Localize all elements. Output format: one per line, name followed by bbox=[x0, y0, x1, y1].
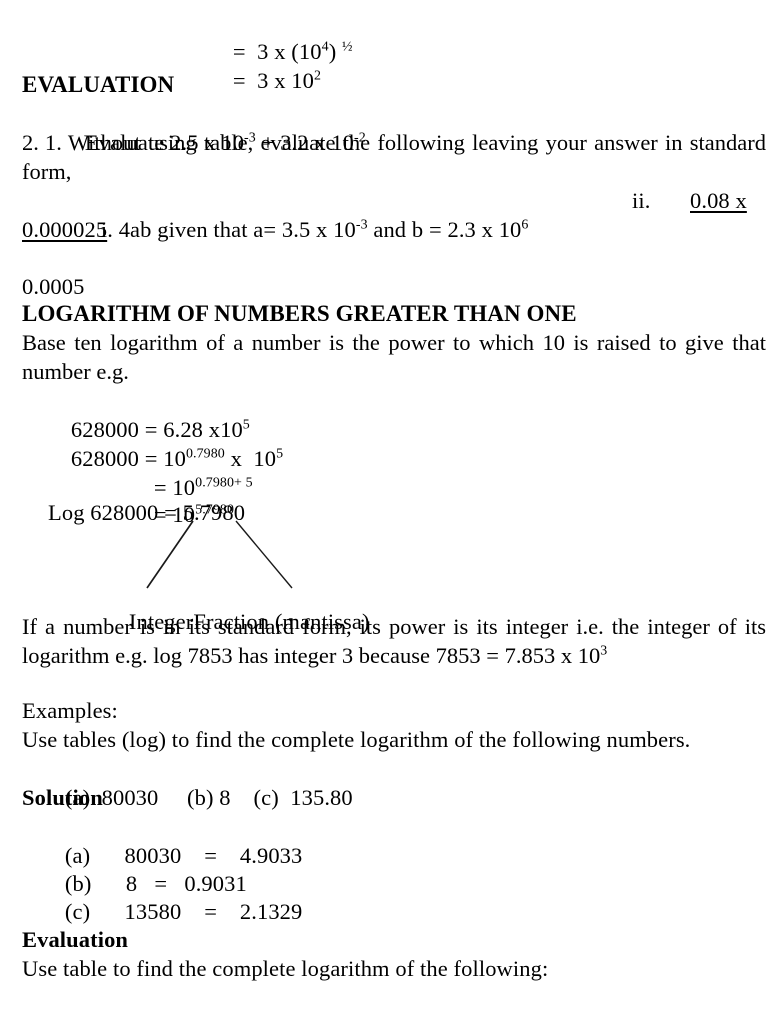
document-page: = 3 x (104) ½ = 3 x 102 EVALUATION 1. Ev… bbox=[0, 0, 768, 1015]
evaluation-heading-2: Evaluation bbox=[22, 927, 129, 952]
working-half-exponent: ½ bbox=[342, 39, 353, 55]
explanation-text: If a number is in its standard form, its… bbox=[22, 614, 766, 668]
item-number: 2. bbox=[22, 130, 39, 155]
solution-answer: 2.1329 bbox=[239, 899, 303, 924]
examples-item-b: (b) 8 bbox=[187, 785, 231, 810]
fraction-denominator: 0.0005 bbox=[22, 274, 85, 299]
logarithm-section-heading: LOGARITHM OF NUMBERS GREATER THAN ONE bbox=[22, 301, 577, 326]
subitem-i-exponent-a: -3 bbox=[355, 217, 368, 233]
solution-answer: 4.9033 bbox=[239, 843, 303, 868]
subitem-i-exponent-b: 6 bbox=[521, 217, 529, 233]
logarithm-intro-text: Base ten logarithm of a number is the po… bbox=[22, 330, 766, 384]
examples-instruction: Use tables (log) to find the complete lo… bbox=[22, 727, 691, 752]
evaluation-subitem-ii-label: ii. bbox=[632, 188, 651, 213]
subitem-i-text-b: and b = 2.3 x 10 bbox=[367, 217, 522, 242]
evaluation-heading-1: EVALUATION bbox=[22, 72, 175, 97]
examples-heading: Examples: bbox=[22, 698, 118, 723]
evaluation-2-items-row: (a) 183 (b) 89500 (c) 10.1300 (d) 7 bbox=[42, 983, 459, 1015]
solution-label: (c) bbox=[64, 899, 91, 924]
evaluation-2-instruction: Use table to find the complete logarithm… bbox=[22, 956, 549, 981]
logarithm-explanation-text: If a number is in its standard form, its… bbox=[22, 612, 766, 670]
solution-equals: = bbox=[204, 899, 217, 924]
solution-value: 13580 bbox=[124, 899, 182, 924]
evaluation-item-2: 2. Without using table, evaluate the fol… bbox=[22, 128, 766, 186]
log-result-line: Log 628000 = 5.7980 bbox=[48, 500, 246, 525]
subitem-i-text-a: i. 4ab given that a= 3.5 x 10 bbox=[100, 217, 356, 242]
examples-item-c: (c) 135.80 bbox=[253, 785, 353, 810]
explanation-exponent: 3 bbox=[600, 643, 608, 659]
working-exponent-2: 2 bbox=[314, 68, 322, 84]
fraction-numerator-part-1: 0.08 x bbox=[690, 188, 747, 213]
working-exponent-1: 4 bbox=[321, 39, 329, 55]
working-expression-2: 3 x 10 bbox=[257, 68, 315, 93]
item-2-text: Without using table, evaluate the follow… bbox=[22, 130, 766, 184]
evaluation-subitem-i: i. 4ab given that a= 3.5 x 10-3 and b = … bbox=[78, 186, 528, 273]
solution-heading: Solution bbox=[22, 785, 103, 810]
fraction-numerator-part-2: 0.000025 bbox=[22, 217, 108, 242]
log-step-2-tail-exponent: 5 bbox=[276, 446, 284, 462]
equals-sign: = bbox=[232, 68, 246, 93]
